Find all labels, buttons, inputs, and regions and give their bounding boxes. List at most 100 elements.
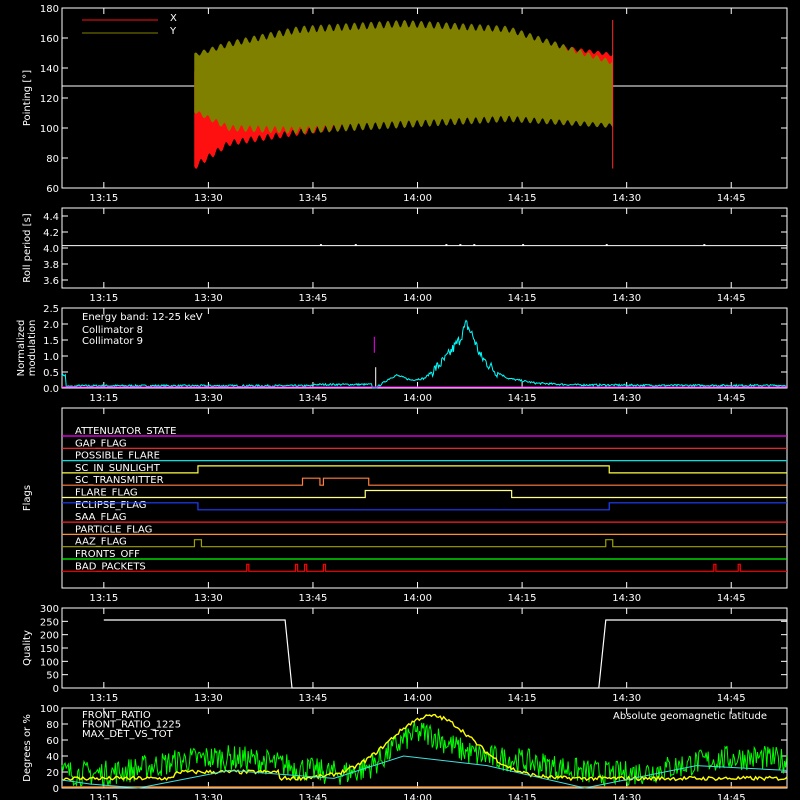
x-tick-label-1-5: 14:30	[612, 293, 641, 304]
y-tick-label-5-1: 20	[46, 768, 59, 779]
x-tick-label-2-4: 14:15	[508, 393, 537, 404]
flag-label-particle-flag: PARTICLE_FLAG	[75, 524, 152, 535]
x-tick-label-0-4: 14:15	[508, 193, 537, 204]
x-tick-label-4-1: 13:30	[194, 693, 223, 704]
y-axis-label-1: Roll period [s]	[22, 213, 33, 282]
x-tick-label-1-6: 14:45	[717, 293, 746, 304]
x-tick-label-2-1: 13:30	[194, 393, 223, 404]
y-tick-label-5-2: 40	[46, 752, 59, 763]
y-tick-label-2-0: 0.0	[43, 384, 59, 395]
x-tick-label-5-1: 13:30	[194, 793, 223, 800]
x-tick-label-3-5: 14:30	[612, 593, 641, 604]
y-tick-label-5-4: 80	[46, 720, 59, 731]
flag-label-aaz-flag: AAZ_FLAG	[75, 537, 127, 548]
y-tick-label-0-0: 60	[46, 184, 59, 195]
y-tick-label-0-5: 160	[40, 34, 59, 45]
x-tick-label-1-2: 13:45	[299, 293, 328, 304]
roll-period-blip-3	[459, 244, 462, 246]
y-tick-label-4-1: 50	[46, 671, 59, 682]
x-tick-label-2-2: 13:45	[299, 393, 328, 404]
x-tick-label-3-3: 14:00	[403, 593, 432, 604]
flag-label-eclipse-flag: ECLIPSE_FLAG	[75, 500, 146, 511]
x-tick-label-2-6: 14:45	[717, 393, 746, 404]
flag-label-sc-transmitter: SC_TRANSMITTER	[75, 475, 164, 486]
x-tick-label-4-2: 13:45	[299, 693, 328, 704]
x-tick-label-2-5: 14:30	[612, 393, 641, 404]
y-tick-label-4-2: 100	[40, 657, 59, 668]
x-tick-label-2-3: 14:00	[403, 393, 432, 404]
x-tick-label-0-0: 13:15	[89, 193, 118, 204]
y-tick-label-0-3: 120	[40, 94, 59, 105]
x-tick-label-3-1: 13:30	[194, 593, 223, 604]
x-tick-label-2-0: 13:15	[89, 393, 118, 404]
flag-label-flare-flag: FLARE_FLAG	[75, 488, 138, 499]
y-tick-label-4-5: 250	[40, 617, 59, 628]
flag-label-bad-packets: BAD_PACKETS	[75, 561, 146, 572]
x-tick-label-3-0: 13:15	[89, 593, 118, 604]
y-tick-label-2-1: 0.5	[43, 368, 59, 379]
roll-period-blip-2	[445, 244, 448, 246]
flag-label-sc-in-sunlight: SC_IN_SUNLIGHT	[75, 463, 161, 474]
y-tick-label-5-5: 100	[40, 704, 59, 715]
y-tick-label-5-0: 0	[53, 784, 59, 795]
x-tick-label-0-2: 13:45	[299, 193, 328, 204]
y-tick-label-4-0: 0	[53, 684, 59, 695]
x-tick-label-5-3: 14:00	[403, 793, 432, 800]
flag-label-gap-flag: GAP_FLAG	[75, 438, 127, 449]
y-axis-label-2: Normalizedmodulation	[16, 320, 38, 377]
x-tick-label-1-1: 13:30	[194, 293, 223, 304]
y-axis-label-0: Pointing [°]	[22, 70, 33, 126]
y-tick-label-1-0: 3.6	[43, 276, 59, 287]
y-tick-label-1-4: 4.4	[43, 212, 59, 223]
y-tick-label-2-4: 2.0	[43, 320, 59, 331]
x-tick-label-5-5: 14:30	[612, 793, 641, 800]
y-tick-label-0-2: 100	[40, 124, 59, 135]
roll-period-blip-4	[473, 244, 476, 246]
y-tick-label-4-6: 300	[40, 604, 59, 615]
x-tick-label-4-6: 14:45	[717, 693, 746, 704]
y-tick-label-2-5: 2.5	[43, 304, 59, 315]
flag-label-attenuator-state: ATTENUATOR_STATE	[75, 426, 176, 437]
y-tick-label-0-1: 80	[46, 154, 59, 165]
y-axis-label-5: Degrees or %	[22, 714, 33, 782]
x-tick-label-0-1: 13:30	[194, 193, 223, 204]
x-tick-label-5-0: 13:15	[89, 793, 118, 800]
x-tick-label-3-6: 14:45	[717, 593, 746, 604]
y-tick-label-0-6: 180	[40, 4, 59, 15]
x-tick-label-5-2: 13:45	[299, 793, 328, 800]
x-tick-label-5-6: 14:45	[717, 793, 746, 800]
geomagnetic-latitude-label: Absolute geomagnetic latitude	[613, 711, 767, 722]
y-axis-label-3: Flags	[22, 485, 33, 511]
legend-label-max-det-vs-tot: MAX_DET_VS_TOT	[82, 729, 174, 740]
energy-band-label: Energy band: 12-25 keV	[82, 312, 203, 323]
x-tick-label-0-5: 14:30	[612, 193, 641, 204]
y-axis-label-4: Quality	[22, 630, 33, 666]
y-tick-label-0-4: 140	[40, 64, 59, 75]
legend-label-collimator-9: Collimator 9	[82, 336, 143, 347]
hessi-observing-summary: 13:15 13:30 13:45 14:00 14:15 14:30 14:45 Point…	[0, 0, 800, 800]
x-tick-label-0-3: 14:00	[403, 193, 432, 204]
y-tick-label-1-1: 3.8	[43, 260, 59, 271]
x-tick-label-4-5: 14:30	[612, 693, 641, 704]
x-tick-label-4-3: 14:00	[403, 693, 432, 704]
legend-label-y: Y	[169, 26, 177, 37]
roll-period-blip-7	[703, 244, 706, 246]
x-tick-label-3-4: 14:15	[508, 593, 537, 604]
x-tick-label-1-0: 13:15	[89, 293, 118, 304]
roll-period-blip-1	[354, 244, 357, 246]
flag-label-possible-flare: POSSIBLE_FLARE	[75, 451, 160, 462]
legend-label-x: X	[170, 13, 177, 24]
roll-period-blip-6	[605, 244, 608, 246]
x-tick-label-3-2: 13:45	[299, 593, 328, 604]
x-tick-label-4-4: 14:15	[508, 693, 537, 704]
x-tick-label-1-3: 14:00	[403, 293, 432, 304]
y-tick-label-4-4: 200	[40, 631, 59, 642]
y-tick-label-2-2: 1.0	[43, 352, 59, 363]
flag-label-fronts-off: FRONTS_OFF	[75, 549, 140, 560]
y-tick-label-1-2: 4.0	[43, 244, 59, 255]
y-tick-label-5-3: 60	[46, 736, 59, 747]
roll-period-blip-0	[319, 244, 322, 246]
y-tick-label-1-3: 4.2	[43, 228, 59, 239]
roll-period-blip-5	[522, 244, 525, 246]
y-tick-label-4-3: 150	[40, 644, 59, 655]
